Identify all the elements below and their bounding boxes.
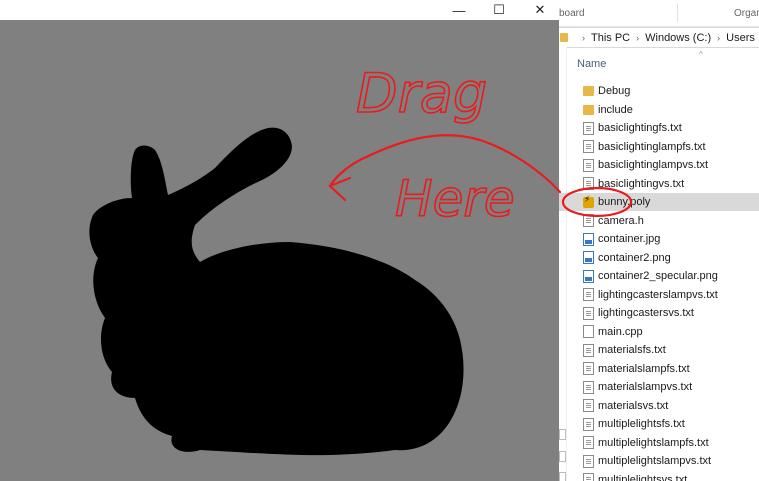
file-row[interactable]: main.cpp — [577, 323, 759, 341]
folder-icon — [583, 104, 594, 115]
text-file-icon — [583, 140, 594, 153]
image-file-icon — [583, 251, 594, 264]
ribbon-clipboard-label: board — [559, 8, 585, 19]
file-row[interactable]: basiclightingvs.txt — [577, 175, 759, 193]
folder-icon — [583, 86, 594, 96]
file-name: camera.h — [598, 214, 644, 227]
image-file-icon — [583, 232, 594, 246]
text-file-icon — [583, 473, 594, 481]
text-file-icon — [583, 306, 594, 320]
file-name: materialslampvs.txt — [598, 381, 693, 393]
text-file-icon — [583, 158, 594, 172]
breadcrumb-windows-c[interactable]: Windows (C:) — [645, 32, 711, 44]
image-file-icon — [583, 269, 594, 283]
maximize-icon[interactable]: ☐ — [480, 0, 518, 20]
file-row[interactable]: materialsfs.txt — [577, 341, 759, 359]
file-row[interactable]: camera.h — [577, 212, 759, 230]
file-name: container.jpg — [598, 233, 661, 245]
chevron-right-icon[interactable]: › — [717, 33, 720, 43]
text-file-icon — [583, 417, 594, 431]
file-name: basiclightingfs.txt — [598, 122, 682, 134]
text-file-icon — [583, 436, 594, 449]
file-name: materialsfs.txt — [598, 344, 666, 356]
file-row[interactable]: basiclightinglampfs.txt — [577, 138, 759, 156]
folder-icon — [560, 33, 568, 42]
ribbon-divider — [677, 4, 678, 22]
file-row[interactable]: lightingcastersvs.txt — [577, 304, 759, 322]
file-row[interactable]: multiplelightslampvs.txt — [577, 452, 759, 470]
render-window[interactable]: — ☐ ✕ — [0, 0, 559, 481]
poly-file-icon — [583, 195, 594, 208]
file-name: include — [598, 103, 633, 116]
breadcrumb-users[interactable]: Users — [726, 32, 755, 44]
file-row[interactable]: container2_specular.png — [577, 267, 759, 285]
file-name: multiplelightslampfs.txt — [598, 436, 709, 449]
file-row[interactable]: multiplelightslampfs.txt — [577, 434, 759, 452]
text-file-icon — [583, 288, 594, 301]
file-name: multiplelightsvs.txt — [598, 473, 688, 481]
breadcrumb-this-pc[interactable]: This PC — [591, 32, 630, 44]
scrollbar-marker[interactable] — [559, 472, 566, 481]
text-file-icon — [583, 380, 594, 394]
file-row[interactable]: Debug — [577, 82, 759, 100]
file-row-selected[interactable]: bunny.poly — [559, 193, 759, 211]
text-file-icon — [583, 177, 594, 190]
file-row[interactable]: include — [577, 101, 759, 119]
scrollbar-marker[interactable] — [559, 451, 566, 462]
file-name: multiplelightsfs.txt — [598, 418, 685, 430]
ribbon: board Organ — [559, 0, 759, 27]
file-row[interactable]: multiplelightsfs.txt — [577, 415, 759, 433]
header-file-icon — [583, 214, 594, 227]
file-name: lightingcastersvs.txt — [598, 307, 694, 319]
bunny-silhouette — [89, 127, 464, 456]
file-name: Debug — [598, 85, 631, 97]
file-name: bunny.poly — [598, 196, 651, 208]
file-name: main.cpp — [598, 325, 643, 338]
sort-up-icon: ^ — [699, 50, 703, 59]
close-icon[interactable]: ✕ — [521, 0, 559, 20]
ribbon-organize-label: Organ — [734, 8, 759, 19]
file-row[interactable]: lightingcasterslampvs.txt — [577, 286, 759, 304]
file-row[interactable]: container2.png — [577, 249, 759, 267]
text-file-icon — [583, 121, 594, 135]
file-row[interactable]: basiclightingfs.txt — [577, 119, 759, 137]
file-name: multiplelightslampvs.txt — [598, 455, 712, 467]
file-row[interactable]: materialslampvs.txt — [577, 378, 759, 396]
file-row[interactable]: container.jpg — [577, 230, 759, 248]
file-name: container2_specular.png — [598, 270, 718, 282]
text-file-icon — [583, 399, 594, 412]
file-name: materialslampfs.txt — [598, 362, 690, 375]
file-name: basiclightinglampfs.txt — [598, 140, 706, 153]
cpp-file-icon — [583, 325, 594, 338]
chevron-right-icon[interactable]: › — [636, 33, 639, 43]
address-bar[interactable]: › This PC › Windows (C:) › Users — [559, 27, 759, 48]
navigation-pane-edge[interactable] — [559, 47, 567, 481]
file-row[interactable]: multiplelightsvs.txt — [577, 471, 759, 481]
chevron-right-icon[interactable]: › — [582, 33, 585, 43]
file-name: materialsvs.txt — [598, 399, 669, 412]
file-name: basiclightinglampvs.txt — [598, 159, 709, 171]
text-file-icon — [583, 454, 594, 468]
file-explorer-window[interactable]: board Organ › This PC › Windows (C:) › U… — [559, 0, 759, 481]
file-row[interactable]: materialslampfs.txt — [577, 360, 759, 378]
minimize-icon[interactable]: — — [440, 0, 478, 20]
scrollbar-marker[interactable] — [559, 429, 566, 440]
text-file-icon — [583, 362, 594, 375]
file-name: container2.png — [598, 251, 671, 264]
text-file-icon — [583, 343, 594, 357]
file-name: basiclightingvs.txt — [598, 177, 685, 190]
file-row[interactable]: basiclightinglampvs.txt — [577, 156, 759, 174]
file-name: lightingcasterslampvs.txt — [598, 288, 718, 301]
column-header-name[interactable]: Name — [577, 58, 606, 70]
render-window-titlebar[interactable]: — ☐ ✕ — [0, 0, 559, 20]
file-row[interactable]: materialsvs.txt — [577, 397, 759, 415]
